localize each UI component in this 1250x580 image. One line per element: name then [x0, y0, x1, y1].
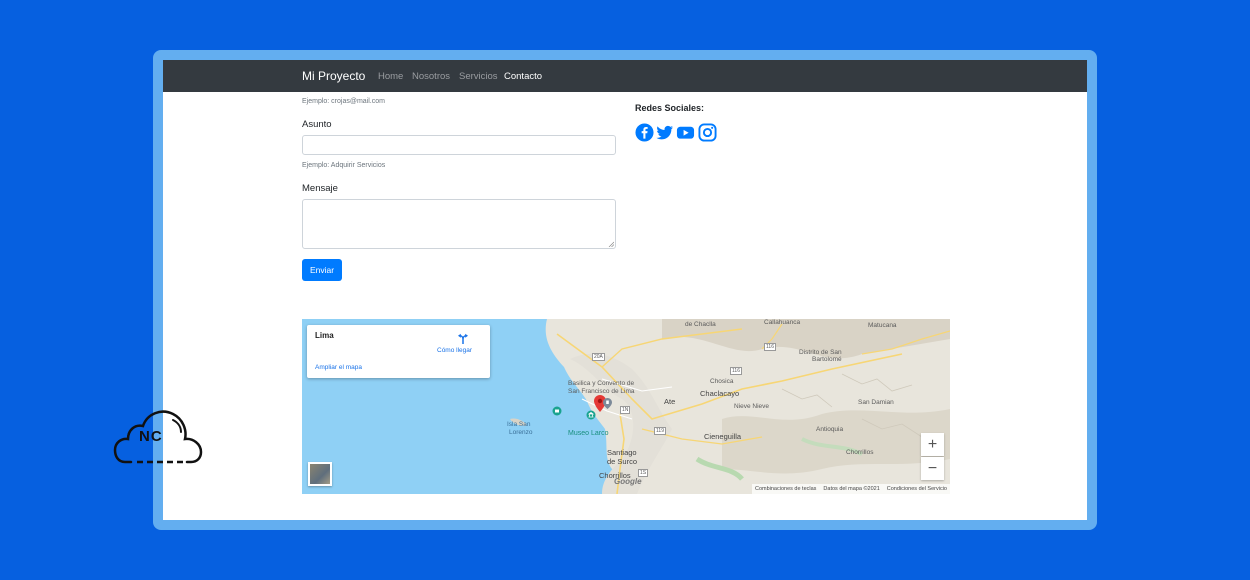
instagram-icon[interactable]: [698, 123, 717, 142]
google-logo: Google: [614, 477, 642, 486]
keyboard-shortcuts-link[interactable]: Combinaciones de teclas: [755, 486, 816, 492]
navbar-brand[interactable]: Mi Proyecto: [302, 69, 365, 83]
directions-link[interactable]: Cómo llegar: [437, 347, 472, 354]
road-shield-20a: 20A: [592, 353, 605, 361]
map-label-museo-larco: Museo Larco: [568, 430, 609, 437]
map-label-basilica-2: San Francisco de Lima: [568, 388, 635, 395]
asunto-input[interactable]: [302, 135, 616, 155]
map-label-chosica: Chosica: [710, 378, 734, 385]
road-shield-116-a: 116: [764, 343, 776, 351]
browser-frame: Mi Proyecto Home Nosotros Servicios Cont…: [153, 50, 1097, 530]
map-label-nieve-nieve: Nieve Nieve: [734, 403, 770, 410]
road-shield-1s: 1S: [638, 469, 649, 477]
facebook-icon[interactable]: [635, 123, 654, 142]
directions-icon[interactable]: [456, 331, 470, 345]
road-shield-116-b: 116: [730, 367, 742, 375]
asunto-label: Asunto: [302, 119, 332, 130]
zoom-in-button[interactable]: +: [921, 433, 944, 456]
road-shield-119: 119: [654, 427, 666, 435]
twitter-icon[interactable]: [655, 123, 674, 142]
nav-link-home[interactable]: Home: [378, 71, 403, 82]
teal-poi-icon[interactable]: [552, 406, 562, 416]
resize-handle-icon[interactable]: [608, 241, 614, 247]
map-card-title: Lima: [315, 331, 334, 340]
page-viewport: Mi Proyecto Home Nosotros Servicios Cont…: [163, 60, 1087, 520]
map-label-cieneguilla: Cieneguilla: [704, 432, 742, 441]
map-data-text: Datos del mapa ©2021: [823, 486, 880, 492]
submit-button[interactable]: Enviar: [302, 259, 342, 281]
mensaje-textarea[interactable]: [302, 199, 616, 249]
logo-text: NC: [139, 428, 163, 445]
asunto-help-text: Ejemplo: Adquirir Servicios: [302, 162, 386, 169]
navbar: Mi Proyecto Home Nosotros Servicios Cont…: [163, 60, 1087, 92]
nav-link-contacto[interactable]: Contacto: [504, 71, 542, 82]
road-shield-1n: 1N: [620, 406, 631, 414]
embedded-map[interactable]: de Chaclla Callahuanca Matucana Distrito…: [302, 319, 950, 494]
map-attribution: Combinaciones de teclas Datos del mapa ©…: [751, 484, 950, 494]
mensaje-label: Mensaje: [302, 183, 338, 194]
map-label-ate: Ate: [664, 397, 676, 406]
nc-cloud-logo: NC: [113, 406, 205, 468]
map-label-san-damian: San Damian: [858, 399, 894, 406]
map-label-chaclla: de Chaclla: [685, 321, 716, 328]
zoom-out-button[interactable]: −: [921, 457, 944, 480]
youtube-icon[interactable]: [676, 123, 695, 142]
map-label-san-bartolome-2: Bartolomé: [812, 356, 842, 363]
nav-link-nosotros[interactable]: Nosotros: [412, 71, 450, 82]
satellite-toggle[interactable]: [308, 462, 332, 486]
map-label-antioquia: Antioquia: [816, 426, 844, 433]
email-help-text: Ejemplo: crojas@mail.com: [302, 98, 385, 105]
map-info-card: Lima Cómo llegar Ampliar el mapa: [307, 325, 490, 378]
map-label-isla-2: Lorenzo: [509, 429, 533, 436]
map-label-basilica-1: Basilica y Convento de: [568, 380, 635, 387]
map-label-santiago-2: de Surco: [607, 457, 638, 466]
map-label-chorrillos-right: Chorrillos: [846, 449, 874, 456]
map-label-san-bartolome-1: Distrito de San: [799, 349, 842, 356]
expand-map-link[interactable]: Ampliar el mapa: [315, 364, 362, 371]
map-label-matucana: Matucana: [868, 322, 897, 329]
map-label-santiago-1: Santiago: [607, 448, 637, 457]
map-label-chaclacayo: Chaclacayo: [700, 389, 740, 398]
terms-link[interactable]: Condiciones del Servicio: [887, 486, 947, 492]
church-poi-icon[interactable]: [603, 398, 612, 409]
map-label-callahuanca: Callahuanca: [764, 319, 801, 326]
social-title: Redes Sociales:: [635, 103, 705, 113]
map-label-isla-1: Isla San: [507, 421, 531, 428]
nav-link-servicios[interactable]: Servicios: [459, 71, 498, 82]
